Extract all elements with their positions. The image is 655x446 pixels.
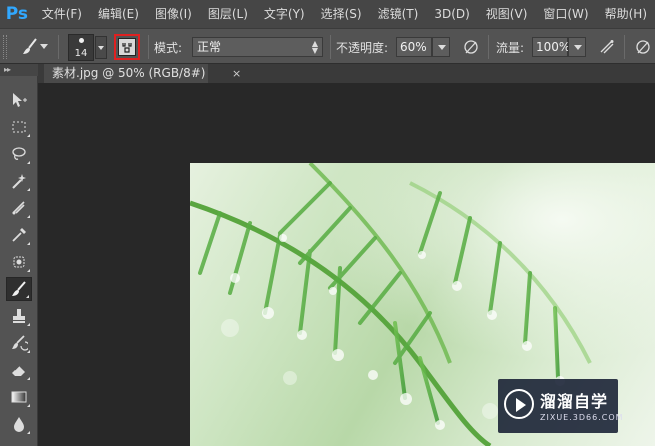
- pressure-opacity-icon[interactable]: [462, 38, 480, 56]
- tool-preset-picker[interactable]: [18, 37, 50, 57]
- separator: [58, 35, 59, 59]
- pressure-size-icon[interactable]: [634, 38, 652, 56]
- watermark-title: 溜溜自学: [540, 392, 609, 411]
- crop-tool[interactable]: [6, 196, 32, 220]
- marquee-icon: [12, 121, 26, 133]
- menu-bar: Ps 文件(F) 编辑(E) 图像(I) 图层(L) 文字(Y) 选择(S) 滤…: [0, 0, 655, 28]
- menu-help[interactable]: 帮助(H): [597, 0, 655, 28]
- mode-label: 模式:: [154, 41, 183, 55]
- document-tab-bar: 素材.jpg @ 50% (RGB/8#) ×: [38, 64, 655, 83]
- separator: [624, 35, 625, 59]
- menu-view[interactable]: 视图(V): [478, 0, 536, 28]
- clone-stamp-icon: [13, 309, 25, 323]
- eyedropper-tool[interactable]: [6, 223, 32, 247]
- brush-size: 14: [74, 48, 88, 59]
- spot-healing-tool[interactable]: [6, 250, 32, 274]
- menu-type[interactable]: 文字(Y): [256, 0, 313, 28]
- separator: [330, 35, 331, 59]
- watermark-url: ZIXUE.3D66.COM: [540, 413, 624, 422]
- chevron-down-icon: [40, 44, 48, 49]
- airbrush-icon[interactable]: [598, 38, 616, 56]
- gradient-tool[interactable]: [6, 385, 32, 409]
- brush-preset-picker[interactable]: 14: [68, 34, 94, 61]
- menu-file[interactable]: 文件(F): [34, 0, 90, 28]
- play-logo-icon: [504, 389, 534, 419]
- menu-layer[interactable]: 图层(L): [200, 0, 256, 28]
- blend-mode-value: 正常: [197, 40, 222, 54]
- separator: [148, 35, 149, 59]
- brush-preset-dropdown[interactable]: [95, 36, 107, 59]
- marquee-tool[interactable]: [6, 115, 32, 139]
- options-bar: 14 模式: 正常 ▲ ▼ 不透明度: 60% 流量: 100%: [0, 28, 655, 86]
- blur-icon: [14, 417, 24, 432]
- menu-edit[interactable]: 编辑(E): [90, 0, 147, 28]
- history-brush-icon: [12, 335, 28, 351]
- move-icon: [13, 93, 27, 107]
- menu-select[interactable]: 选择(S): [313, 0, 370, 28]
- toggle-brush-panel-button[interactable]: [114, 34, 140, 60]
- blend-mode-select[interactable]: 正常 ▲ ▼: [192, 37, 323, 57]
- blur-tool[interactable]: [6, 412, 32, 436]
- clone-stamp-tool[interactable]: [6, 304, 32, 328]
- opacity-field[interactable]: 60%: [396, 37, 432, 57]
- gradient-icon: [11, 391, 27, 403]
- spot-healing-icon: [13, 256, 25, 268]
- opacity-label: 不透明度:: [336, 41, 389, 55]
- separator: [488, 35, 489, 59]
- collapse-toolbar-icon[interactable]: ▸▸: [0, 64, 38, 76]
- eyedropper-icon: [12, 228, 26, 242]
- history-brush-tool[interactable]: [6, 331, 32, 355]
- lasso-tool[interactable]: [6, 142, 32, 166]
- move-tool[interactable]: [6, 88, 32, 112]
- lasso-icon: [12, 147, 26, 160]
- brush-icon: [23, 38, 37, 54]
- flow-label: 流量:: [496, 41, 525, 55]
- updown-icon: ▲ ▼: [311, 39, 318, 55]
- watermark: 溜溜自学 ZIXUE.3D66.COM: [498, 379, 623, 433]
- brush-panel-icon: [122, 43, 132, 53]
- document-tab-title: 素材.jpg @ 50% (RGB/8#): [52, 66, 206, 80]
- eraser-icon: [12, 365, 25, 376]
- flow-field[interactable]: 100%: [532, 37, 570, 57]
- menu-filter[interactable]: 滤镜(T): [370, 0, 427, 28]
- photoshop-logo: Ps: [5, 4, 28, 24]
- tools-panel: ▸▸: [0, 64, 38, 446]
- document-tab[interactable]: 素材.jpg @ 50% (RGB/8#): [44, 64, 208, 83]
- brush-tip-icon: [79, 38, 84, 43]
- menu-image[interactable]: 图像(I): [147, 0, 200, 28]
- menu-window[interactable]: 窗口(W): [535, 0, 596, 28]
- close-icon[interactable]: ×: [232, 64, 241, 83]
- flow-slider-button[interactable]: [568, 37, 586, 57]
- opacity-slider-button[interactable]: [432, 37, 450, 57]
- magic-wand-tool[interactable]: [6, 169, 32, 193]
- options-bar-grip[interactable]: [3, 35, 7, 59]
- menu-3d[interactable]: 3D(D): [426, 0, 477, 28]
- eraser-tool[interactable]: [6, 358, 32, 382]
- crop-icon: [12, 201, 25, 215]
- brush-tool[interactable]: [6, 277, 32, 301]
- magic-wand-icon: [12, 174, 26, 189]
